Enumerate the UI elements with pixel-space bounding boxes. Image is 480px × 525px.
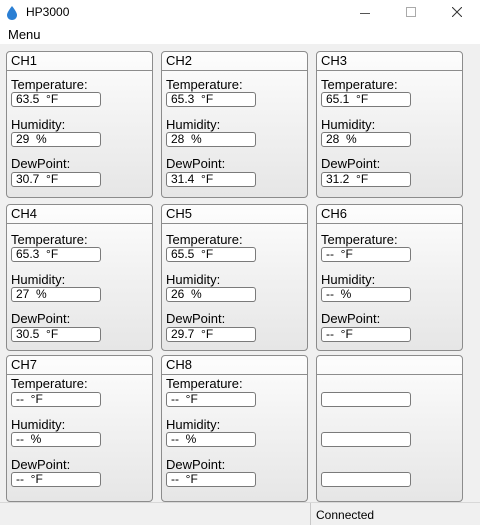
- panel-header: CH1: [7, 52, 152, 71]
- status-bar: Connected: [0, 502, 480, 525]
- maximize-button[interactable]: [388, 0, 434, 26]
- menu-bar: Menu: [0, 26, 480, 44]
- channel-title: CH1: [11, 53, 38, 68]
- humidity-label: Humidity:: [11, 117, 66, 132]
- temperature-label: Temperature:: [166, 77, 243, 92]
- temperature-label: Temperature:: [166, 232, 243, 247]
- channel-panel-4: CH4 Temperature: 65.3 °F Humidity: 27 % …: [6, 204, 153, 351]
- temperature-field[interactable]: 65.3 °F: [11, 247, 101, 262]
- dewpoint-label: DewPoint:: [11, 156, 71, 171]
- humidity-field[interactable]: 28 %: [321, 132, 411, 147]
- channel-panel-5: CH5 Temperature: 65.5 °F Humidity: 26 % …: [161, 204, 308, 351]
- humidity-field[interactable]: 26 %: [166, 287, 256, 302]
- channel-title: CH2: [166, 53, 193, 68]
- channel-panel-3: CH3 Temperature: 65.1 °F Humidity: 28 % …: [316, 51, 463, 198]
- temperature-field[interactable]: -- °F: [11, 392, 101, 407]
- dewpoint-label: DewPoint:: [11, 457, 71, 472]
- dewpoint-field[interactable]: 29.7 °F: [166, 327, 256, 342]
- minimize-icon: [360, 8, 370, 14]
- minimize-button[interactable]: [342, 0, 388, 26]
- status-divider: [310, 503, 311, 525]
- temperature-field[interactable]: -- °F: [166, 392, 256, 407]
- temperature-label: Temperature:: [11, 232, 88, 247]
- humidity-field[interactable]: -- %: [166, 432, 256, 447]
- channel-title: CH6: [321, 206, 348, 221]
- channel-title: CH8: [166, 357, 193, 372]
- panel-header: CH8: [162, 356, 307, 375]
- panel-header: CH3: [317, 52, 462, 71]
- channel-title: CH3: [321, 53, 348, 68]
- temperature-field[interactable]: 65.3 °F: [166, 92, 256, 107]
- humidity-field[interactable]: 27 %: [11, 287, 101, 302]
- humidity-field[interactable]: -- %: [11, 432, 101, 447]
- temperature-label: Temperature:: [321, 77, 398, 92]
- humidity-label: Humidity:: [11, 417, 66, 432]
- humidity-field[interactable]: 28 %: [166, 132, 256, 147]
- channel-panel-6: CH6 Temperature: -- °F Humidity: -- % De…: [316, 204, 463, 351]
- panel-header: CH2: [162, 52, 307, 71]
- channel-title: CH5: [166, 206, 193, 221]
- panel-header: [317, 356, 462, 375]
- channel-panel-7: CH7 Temperature: -- °F Humidity: -- % De…: [6, 355, 153, 502]
- title-bar: HP3000: [0, 0, 480, 26]
- temperature-label: Temperature:: [166, 376, 243, 391]
- dewpoint-field[interactable]: 30.5 °F: [11, 327, 101, 342]
- window-title: HP3000: [26, 5, 70, 19]
- dewpoint-field[interactable]: 30.7 °F: [11, 172, 101, 187]
- close-button[interactable]: [434, 0, 480, 26]
- connection-status: Connected: [316, 508, 375, 522]
- empty-field-2[interactable]: [321, 432, 411, 447]
- dewpoint-label: DewPoint:: [166, 311, 226, 326]
- temperature-field[interactable]: 65.5 °F: [166, 247, 256, 262]
- channel-panel-empty: [316, 355, 463, 502]
- dewpoint-label: DewPoint:: [11, 311, 71, 326]
- channel-title: CH7: [11, 357, 38, 372]
- channel-panel-8: CH8 Temperature: -- °F Humidity: -- % De…: [161, 355, 308, 502]
- temperature-label: Temperature:: [11, 77, 88, 92]
- dewpoint-field[interactable]: 31.2 °F: [321, 172, 411, 187]
- humidity-label: Humidity:: [166, 117, 221, 132]
- panel-header: CH5: [162, 205, 307, 224]
- panel-header: CH4: [7, 205, 152, 224]
- dewpoint-field[interactable]: -- °F: [166, 472, 256, 487]
- humidity-label: Humidity:: [166, 417, 221, 432]
- menu-item[interactable]: Menu: [8, 27, 41, 42]
- water-drop-icon: [7, 6, 17, 20]
- humidity-field[interactable]: -- %: [321, 287, 411, 302]
- panel-header: CH6: [317, 205, 462, 224]
- channel-panel-2: CH2 Temperature: 65.3 °F Humidity: 28 % …: [161, 51, 308, 198]
- dewpoint-label: DewPoint:: [166, 457, 226, 472]
- dewpoint-field[interactable]: 31.4 °F: [166, 172, 256, 187]
- dewpoint-field[interactable]: -- °F: [11, 472, 101, 487]
- channel-panel-1: CH1 Temperature: 63.5 °F Humidity: 29 % …: [6, 51, 153, 198]
- dewpoint-label: DewPoint:: [321, 311, 381, 326]
- temperature-field[interactable]: -- °F: [321, 247, 411, 262]
- empty-field-1[interactable]: [321, 392, 411, 407]
- close-icon: [452, 7, 462, 17]
- temperature-field[interactable]: 65.1 °F: [321, 92, 411, 107]
- dewpoint-label: DewPoint:: [166, 156, 226, 171]
- panel-header: CH7: [7, 356, 152, 375]
- humidity-label: Humidity:: [11, 272, 66, 287]
- dewpoint-field[interactable]: -- °F: [321, 327, 411, 342]
- humidity-label: Humidity:: [166, 272, 221, 287]
- empty-field-3[interactable]: [321, 472, 411, 487]
- dewpoint-label: DewPoint:: [321, 156, 381, 171]
- temperature-label: Temperature:: [321, 232, 398, 247]
- humidity-label: Humidity:: [321, 272, 376, 287]
- temperature-label: Temperature:: [11, 376, 88, 391]
- temperature-field[interactable]: 63.5 °F: [11, 92, 101, 107]
- humidity-label: Humidity:: [321, 117, 376, 132]
- humidity-field[interactable]: 29 %: [11, 132, 101, 147]
- channel-title: CH4: [11, 206, 38, 221]
- maximize-icon: [406, 7, 416, 17]
